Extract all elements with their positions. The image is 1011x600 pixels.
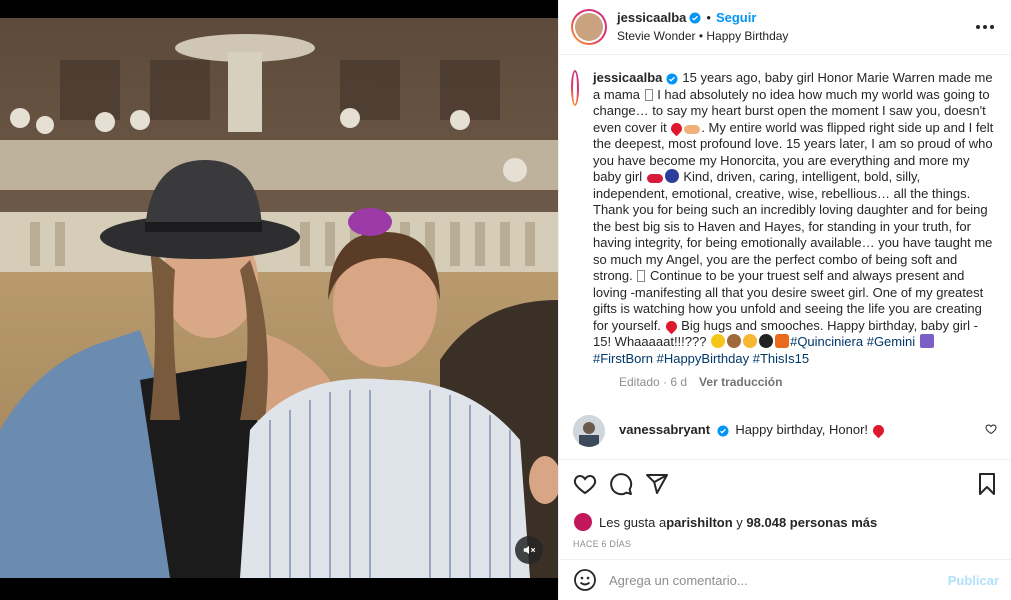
share-icon xyxy=(646,474,668,494)
likes-summary: Les gusta a parishilton y 98.048 persona… xyxy=(559,508,1011,536)
caption-text: jessicaalba 15 years ago, baby girl Honor… xyxy=(593,70,997,367)
like-button[interactable] xyxy=(573,472,597,496)
save-icon xyxy=(979,473,995,495)
hashtag-link[interactable]: #HappyBirthday xyxy=(657,351,750,366)
emoji-placeholder-icon xyxy=(644,88,653,101)
verified-badge-icon xyxy=(717,425,729,437)
action-bar xyxy=(559,460,1011,508)
gift-icon xyxy=(775,334,790,348)
bee-icon xyxy=(759,334,774,348)
bandage-icon xyxy=(684,124,701,134)
comment-input[interactable] xyxy=(609,572,948,588)
post-dialog: jessicaalba • Seguir Stevie Wonder • Hap… xyxy=(0,0,1011,600)
comment-composer: Publicar xyxy=(559,559,1011,600)
header-separator: • xyxy=(706,9,711,25)
post-photo xyxy=(0,0,558,600)
post-caption: jessicaalba 15 years ago, baby girl Honor… xyxy=(571,70,997,367)
author-username[interactable]: jessicaalba xyxy=(617,10,686,27)
mute-button[interactable] xyxy=(515,536,543,564)
publish-button[interactable]: Publicar xyxy=(948,573,999,588)
comment-username[interactable]: vanessabryant xyxy=(619,422,710,437)
gemini-icon xyxy=(919,334,934,348)
share-button[interactable] xyxy=(645,472,669,496)
red-heart-icon xyxy=(669,120,685,136)
comment-avatar[interactable] xyxy=(573,415,605,447)
liker-avatar[interactable] xyxy=(573,512,593,532)
emoji-placeholder-icon xyxy=(637,270,646,282)
post-media[interactable] xyxy=(0,0,558,600)
hashtag-link[interactable]: #FirstBorn xyxy=(593,351,653,366)
more-options-icon xyxy=(976,25,994,29)
audio-title: Happy Birthday xyxy=(706,28,789,43)
caption-username[interactable]: jessicaalba xyxy=(593,70,662,85)
author-avatar[interactable] xyxy=(571,9,607,45)
heart-icon xyxy=(573,474,597,495)
likes-prefix: Les gusta a xyxy=(599,514,667,530)
caption-avatar[interactable] xyxy=(571,70,579,106)
verified-badge-icon xyxy=(689,12,701,24)
red-heart-icon xyxy=(870,422,886,439)
post-actions-area: Les gusta a parishilton y 98.048 persona… xyxy=(559,459,1011,549)
mute-icon xyxy=(523,545,536,555)
cookie-icon xyxy=(727,334,742,348)
comment-body: vanessabryant Happy birthday, Honor! xyxy=(619,415,977,439)
comment-item: vanessabryant Happy birthday, Honor! xyxy=(571,415,997,447)
party-face-icon xyxy=(743,334,758,348)
audio-artist: Stevie Wonder xyxy=(617,28,696,43)
liker-username[interactable]: parishilton xyxy=(666,515,732,530)
likes-middle: y xyxy=(732,514,747,530)
hashtag-link[interactable]: #ThisIs15 xyxy=(753,351,809,366)
comment-like-icon[interactable] xyxy=(985,423,997,435)
post-header: jessicaalba • Seguir Stevie Wonder • Hap… xyxy=(559,0,1011,55)
likes-count[interactable]: 98.048 personas más xyxy=(746,515,877,530)
red-heart-icon xyxy=(663,318,679,334)
smiley-icon xyxy=(711,334,726,348)
comment-icon xyxy=(610,473,633,496)
hashtag-link[interactable]: #Quinciniera xyxy=(790,334,863,349)
emoji-icon[interactable] xyxy=(573,568,597,592)
comment-button[interactable] xyxy=(609,472,633,496)
audio-info[interactable]: Stevie Wonder • Happy Birthday xyxy=(617,29,973,45)
verified-badge-icon xyxy=(666,73,678,85)
more-options-button[interactable] xyxy=(973,15,997,39)
edited-label: Editado · 6 d xyxy=(619,375,688,389)
comment-text: Happy birthday, Honor! xyxy=(735,422,872,437)
lips-icon xyxy=(646,174,663,183)
caption-part: Kind, driven, caring, intelligent, bold,… xyxy=(593,169,993,283)
comments-list[interactable]: jessicaalba 15 years ago, baby girl Honor… xyxy=(559,56,1011,459)
hashtag-link[interactable]: #Gemini xyxy=(867,334,915,349)
follow-button[interactable]: Seguir xyxy=(716,10,756,27)
translate-button[interactable]: Ver traducción xyxy=(699,375,782,389)
post-side-panel: jessicaalba • Seguir Stevie Wonder • Hap… xyxy=(558,0,1011,600)
sparkle-eyes-icon xyxy=(664,169,679,183)
audio-separator: • xyxy=(698,28,704,43)
post-time-ago[interactable]: Hace 6 días xyxy=(559,536,1011,549)
caption-meta: Editado · 6 d Ver traducción xyxy=(619,375,997,389)
save-button[interactable] xyxy=(975,472,999,496)
